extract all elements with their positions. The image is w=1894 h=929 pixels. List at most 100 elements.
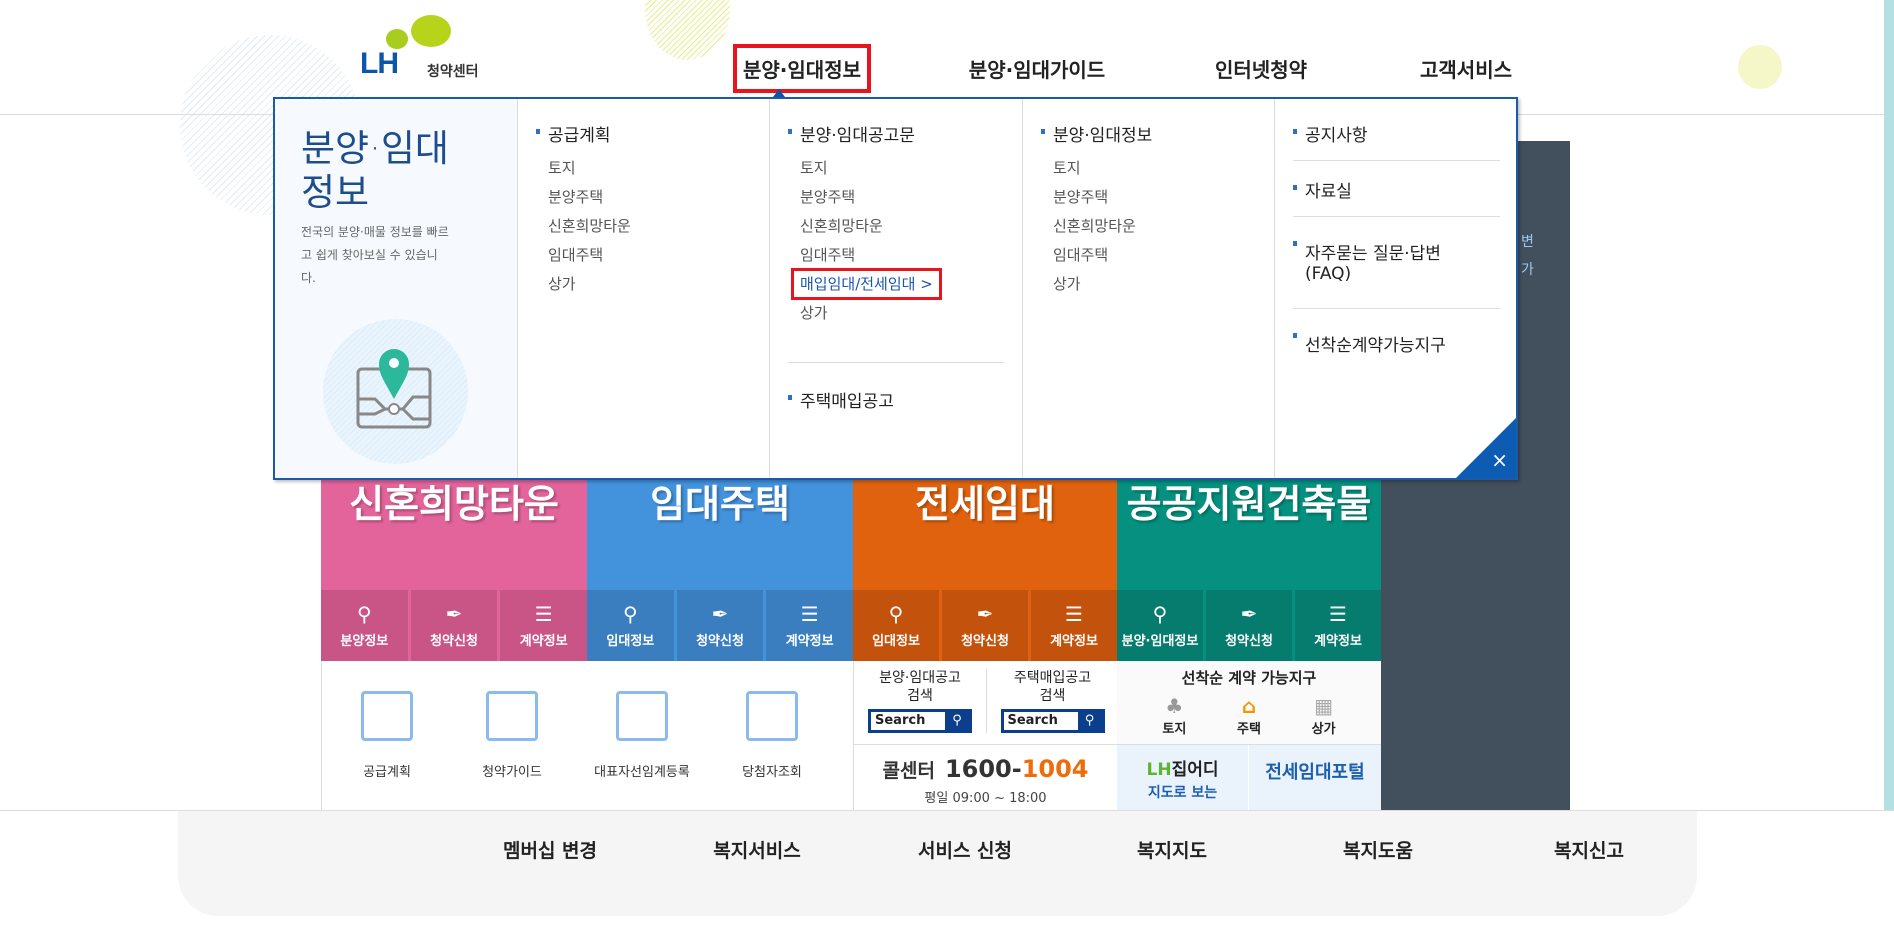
divider (788, 362, 1004, 363)
menu-column-notices: 분양·임대공고문 토지 분양주택 신혼희망타운 임대주택 매입임대/전세임대 >… (770, 99, 1023, 478)
footer-link[interactable]: 복지신고 (1554, 836, 1624, 863)
tile-sub-label: 계약정보 (1050, 634, 1098, 649)
menu-item[interactable]: 분양주택 (800, 183, 1004, 212)
search-icon: ⚲ (888, 602, 904, 626)
tile-title: 임대주택 (650, 482, 790, 526)
quick-link-label: 청약가이드 (482, 765, 542, 780)
menu-link-first-come[interactable]: 선착순계약가능지구 (1293, 325, 1500, 370)
menu-item[interactable]: 신혼희망타운 (548, 212, 751, 241)
close-icon[interactable]: × (1491, 448, 1508, 472)
side-panel-text: 가 (1521, 262, 1534, 278)
menu-item[interactable]: 임대주택 (548, 241, 751, 270)
menu-item[interactable]: 상가 (548, 270, 751, 299)
menu-item[interactable]: 신혼희망타운 (1053, 212, 1256, 241)
house-icon: ⌂ (1241, 694, 1257, 718)
first-come-store[interactable]: ▦ 상가 (1312, 694, 1336, 737)
menu-item[interactable]: 임대주택 (1053, 241, 1256, 270)
zipeodi-link[interactable]: LH집어디 지도로 보는 (1117, 745, 1249, 810)
menu-item[interactable]: 토지 (800, 154, 1004, 183)
mega-menu-intro: 분양·임대 정보 전국의 분양·매물 정보를 빠르고 쉽게 찾아보실 수 있습니… (275, 99, 518, 478)
nav-customer-service[interactable]: 고객서비스 (1420, 54, 1512, 83)
tile-sub-button[interactable]: ✒ 청약신청 (942, 590, 1028, 661)
quick-link-winner[interactable]: 당첨자조회 (712, 691, 832, 780)
menu-heading[interactable]: 주택매입공고 (788, 387, 1004, 412)
search-section: 분양·임대공고 검색 Search ⚲ 주택매입공고 검색 Search ⚲ (853, 661, 1117, 745)
tile-sub-button[interactable]: ⚲ 임대정보 (853, 590, 939, 661)
tile-sub-button[interactable]: ⚲ 분양·임대정보 (1117, 590, 1203, 661)
house-logo-icon: LH (1146, 760, 1172, 780)
tile-sub-button[interactable]: ☰ 계약정보 (1031, 590, 1117, 661)
checklist-icon: ☰ (534, 602, 553, 626)
nav-sale-rent-info[interactable]: 분양·임대정보 (733, 44, 871, 93)
menu-link-notices[interactable]: 공지사항 (1293, 121, 1500, 161)
menu-heading[interactable]: 공급계획 (536, 121, 751, 146)
tile-sub-button[interactable]: ✒ 청약신청 (1206, 590, 1292, 661)
building-icon: ▦ (1314, 694, 1334, 718)
menu-link-archive[interactable]: 자료실 (1293, 177, 1500, 217)
search-icon: ⚲ (945, 712, 969, 730)
tile-sub-button[interactable]: ⚲ 분양정보 (321, 590, 408, 661)
scroll-edge (1884, 0, 1894, 810)
menu-item-purchase-jeonse-rental[interactable]: 매입임대/전세임대 > (791, 268, 942, 300)
search-label: 분양·임대공고 검색 (879, 670, 961, 704)
tile-sub-button[interactable]: ✒ 청약신청 (676, 590, 764, 661)
search-button[interactable]: Search ⚲ (1000, 709, 1105, 733)
menu-item[interactable]: 토지 (1053, 154, 1256, 183)
mega-menu-description: 전국의 분양·매물 정보를 빠르고 쉽게 찾아보실 수 있습니다. (301, 225, 449, 285)
footer: 멤버십 변경 복지서비스 서비스 신청 복지지도 복지도움 복지신고 (0, 810, 1894, 929)
call-label: 콜센터 (882, 760, 935, 782)
tile-sub-button[interactable]: ⚲ 임대정보 (587, 590, 674, 661)
map-pin-icon (323, 319, 468, 464)
menu-heading[interactable]: 분양·임대정보 (1041, 121, 1256, 146)
menu-item[interactable]: 상가 (800, 299, 1004, 328)
search-button[interactable]: Search ⚲ (868, 709, 972, 733)
menu-item[interactable]: 신혼희망타운 (800, 212, 1004, 241)
book-icon (486, 691, 538, 741)
tile-sub-label: 계약정보 (1314, 634, 1362, 649)
menu-item[interactable]: 상가 (1053, 270, 1256, 299)
tile-sub-button[interactable]: ☰ 계약정보 (500, 590, 588, 661)
document-pencil-icon (616, 691, 668, 741)
footer-link[interactable]: 복지서비스 (713, 836, 800, 863)
tile-title: 신혼희망타운 (349, 482, 559, 526)
pen-icon: ✒ (976, 602, 994, 626)
tile-sub-button[interactable]: ☰ 계약정보 (766, 590, 854, 661)
footer-link[interactable]: 복지지도 (1137, 836, 1207, 863)
search-icon: ⚲ (1077, 712, 1102, 730)
quick-link-representative[interactable]: 대표자선임계등록 (582, 691, 702, 780)
menu-item[interactable]: 분양주택 (548, 183, 751, 212)
search-icon: ⚲ (1152, 602, 1168, 626)
call-center: 콜센터 1600-1004 평일 09:00 ~ 18:00 (853, 745, 1117, 810)
jeonse-portal-link[interactable]: 전세임대포털 (1249, 745, 1381, 810)
tile-sub-button[interactable]: ☰ 계약정보 (1295, 590, 1381, 661)
checklist-icon: ☰ (800, 602, 819, 626)
nav-sale-rent-guide[interactable]: 분양·임대가이드 (969, 54, 1105, 83)
menu-item[interactable]: 토지 (548, 154, 751, 183)
footer-link[interactable]: 서비스 신청 (918, 836, 1012, 863)
footer-link[interactable]: 복지도움 (1343, 836, 1413, 863)
footer-link[interactable]: 멤버십 변경 (503, 836, 597, 863)
tile-sub-label: 계약정보 (519, 634, 568, 649)
footer-panel (178, 811, 1697, 916)
quick-link-supply-plan[interactable]: 공급계획 (327, 691, 447, 780)
menu-link-faq[interactable]: 자주묻는 질문·답변 (FAQ) (1293, 233, 1500, 309)
logo-mark: LH (360, 47, 399, 80)
dropdown-caret (773, 89, 785, 97)
logo[interactable]: LH 청약센터 (355, 15, 505, 85)
call-hours: 평일 09:00 ~ 18:00 (924, 791, 1047, 806)
first-come-house[interactable]: ⌂ 주택 (1237, 694, 1261, 737)
call-number-highlight: 1004 (1021, 755, 1089, 783)
label: 상가 (1311, 722, 1336, 737)
quick-link-label: 대표자선임계등록 (594, 765, 690, 780)
quick-link-guide[interactable]: 청약가이드 (452, 691, 572, 780)
menu-heading[interactable]: 분양·임대공고문 (788, 121, 1004, 146)
search-notice: 분양·임대공고 검색 Search ⚲ (854, 669, 986, 733)
tile-sub-button[interactable]: ✒ 청약신청 (410, 590, 498, 661)
menu-item[interactable]: 분양주택 (1053, 183, 1256, 212)
nav-internet-apply[interactable]: 인터넷청약 (1215, 54, 1307, 83)
portal-name: 전세임대포털 (1265, 762, 1365, 783)
pen-icon: ✒ (445, 602, 463, 626)
menu-item[interactable]: 임대주택 (800, 241, 1004, 270)
first-come-section: 선착순 계약 가능지구 ♣ 토지 ⌂ 주택 ▦ 상가 (1117, 661, 1381, 745)
first-come-land[interactable]: ♣ 토지 (1162, 694, 1186, 737)
